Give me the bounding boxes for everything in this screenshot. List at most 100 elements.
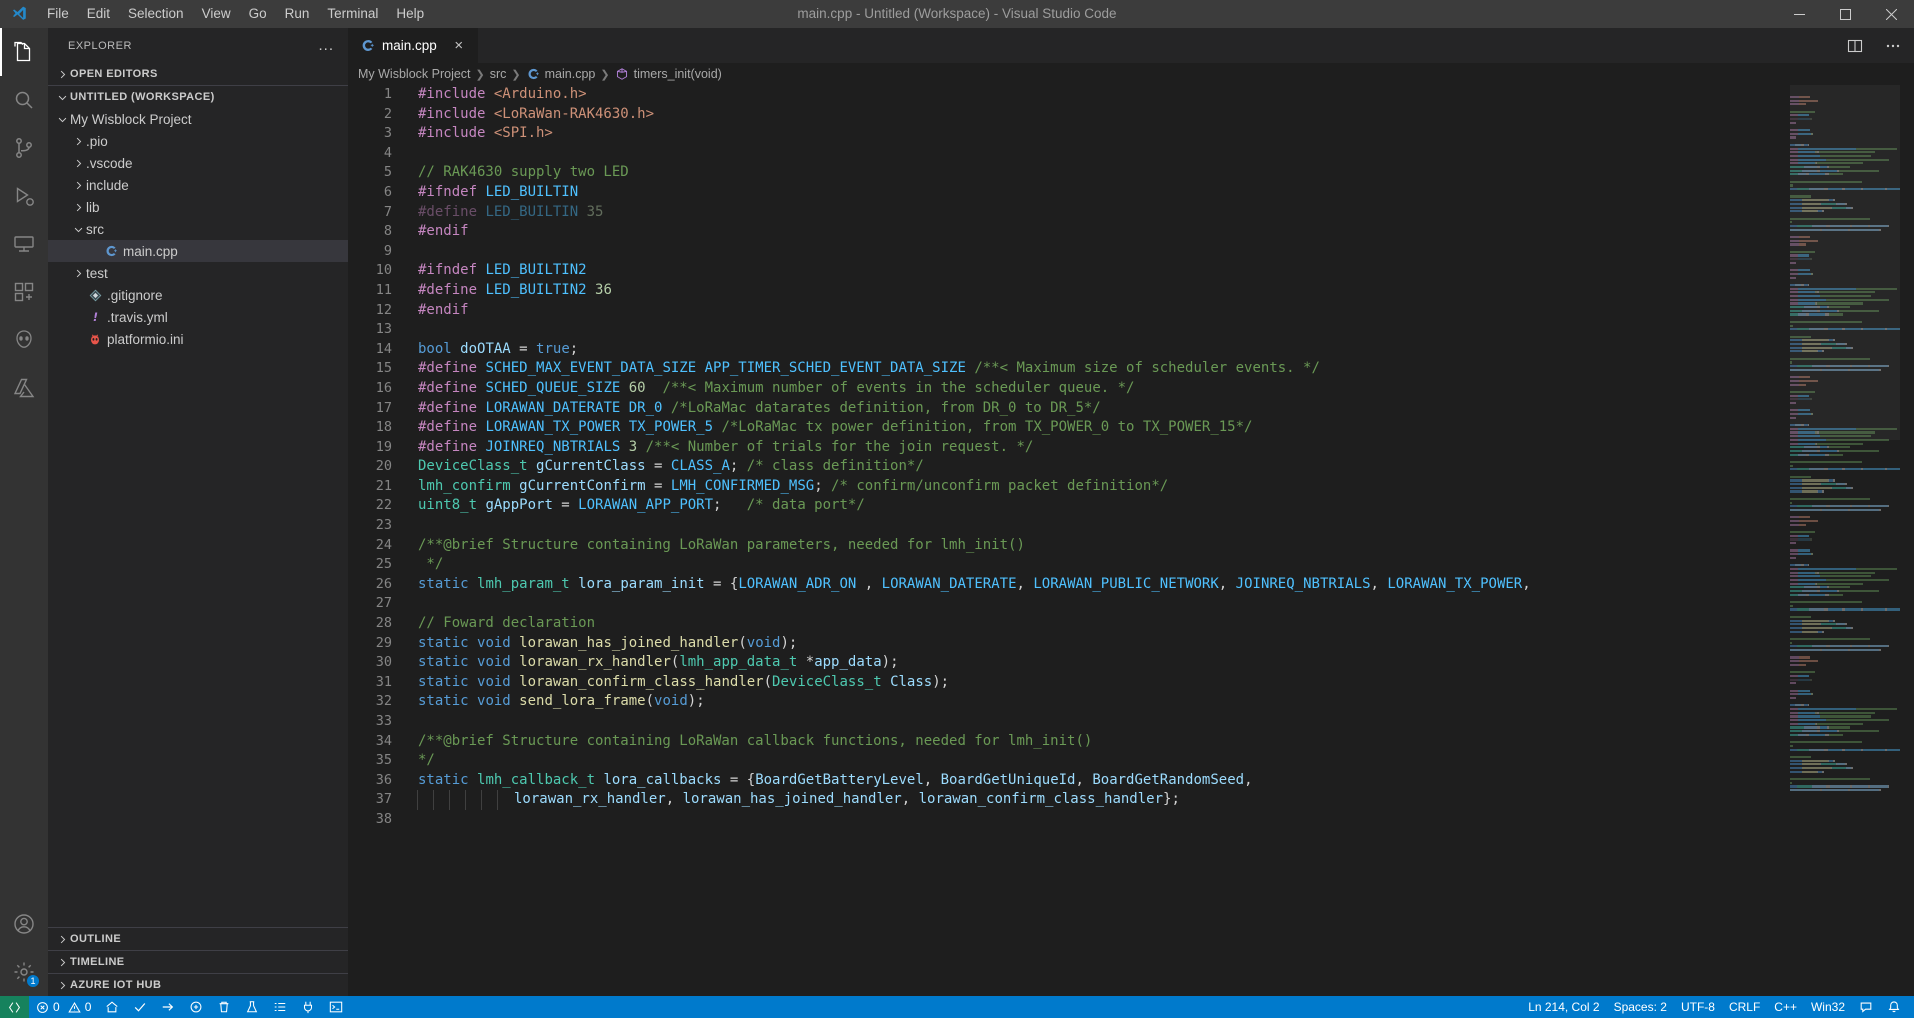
activity-item-manage[interactable]: 1 [0,948,48,996]
status-editor-language[interactable]: C++ [1767,996,1804,1018]
minimap-slider[interactable] [1790,85,1900,440]
menu-file[interactable]: File [38,0,78,28]
code-line[interactable]: static void lorawan_confirm_class_handle… [406,673,1914,693]
code-line[interactable]: lmh_confirm gCurrentConfirm = LMH_CONFIR… [406,477,1914,497]
code-line[interactable]: // Foward declaration [406,614,1914,634]
code-line[interactable]: #define SCHED_MAX_EVENT_DATA_SIZE APP_TI… [406,359,1914,379]
tree-item-main-cpp[interactable]: main.cpp [48,240,348,262]
status-feedback[interactable] [1852,996,1880,1018]
menu-edit[interactable]: Edit [78,0,119,28]
breadcrumb-item-project[interactable]: My Wisblock Project [358,67,471,81]
sidebar-section-azure-iot-hub[interactable]: AZURE IOT HUB [48,973,348,996]
code-line[interactable]: #define LORAWAN_DATERATE DR_0 /*LoRaMac … [406,399,1914,419]
status-pio-clean[interactable] [210,996,238,1018]
code-line[interactable]: #define LED_BUILTIN2 36 [406,281,1914,301]
menu-selection[interactable]: Selection [119,0,193,28]
activity-item-accounts[interactable] [0,900,48,948]
status-pio-serial-monitor[interactable] [294,996,322,1018]
menu-run[interactable]: Run [276,0,319,28]
tree-item--travis-yml[interactable]: ! .travis.yml [48,306,348,328]
status-editor-position[interactable]: Ln 214, Col 2 [1521,996,1606,1018]
maximize-button[interactable] [1822,0,1868,28]
status-pio-upload[interactable] [154,996,182,1018]
sidebar-section-workspace[interactable]: UNTITLED (WORKSPACE) [48,85,348,108]
window-controls[interactable] [1776,0,1914,28]
code-line[interactable]: static void lorawan_rx_handler(lmh_app_d… [406,653,1914,673]
breadcrumb[interactable]: My Wisblock Project ❯ src ❯ main.cpp ❯ t… [348,63,1914,85]
tree-item-my-wisblock-project[interactable]: My Wisblock Project [48,108,348,130]
code-line[interactable]: static lmh_param_t lora_param_init = {LO… [406,575,1914,595]
menu-help[interactable]: Help [387,0,433,28]
tree-item--pio[interactable]: .pio [48,130,348,152]
code-line[interactable]: #include <SPI.h> [406,124,1914,144]
close-button[interactable] [1868,0,1914,28]
tab-main-cpp[interactable]: main.cpp × [348,28,479,63]
code-line[interactable]: #define JOINREQ_NBTRIALS 3 /**< Number o… [406,438,1914,458]
editor-scrollbar[interactable] [1900,85,1914,996]
sidebar-more-actions-icon[interactable]: ... [312,37,340,54]
tab-close-icon[interactable]: × [450,37,468,54]
code-line[interactable] [406,144,1914,164]
activity-item-explorer[interactable] [0,28,48,76]
code-line[interactable]: #define LORAWAN_TX_POWER TX_POWER_5 /*Lo… [406,418,1914,438]
sidebar-section-timeline[interactable]: TIMELINE [48,950,348,973]
status-editor-indentation[interactable]: Spaces: 2 [1607,996,1674,1018]
status-pio-home[interactable] [98,996,126,1018]
tree-item-src[interactable]: src [48,218,348,240]
split-editor-icon[interactable] [1844,35,1866,57]
tree-item--gitignore[interactable]: .gitignore [48,284,348,306]
activity-item-platformio[interactable] [0,316,48,364]
code-line[interactable]: #define LED_BUILTIN 35 [406,203,1914,223]
code-line[interactable]: */ [406,555,1914,575]
code-editor[interactable]: 1 2 3 4 5 6 7 8 9 10 11 12 13 14 15 16 17 18 19 20 21 22 23 24 2… [348,85,1914,996]
menu-terminal[interactable]: Terminal [318,0,387,28]
minimize-button[interactable] [1776,0,1822,28]
file-tree[interactable]: My Wisblock Project .pio .vscode include lib… [48,108,348,927]
menu-bar[interactable]: File Edit Selection View Go Run Terminal… [38,0,433,28]
code-line[interactable]: uint8_t gAppPort = LORAWAN_APP_PORT; /* … [406,496,1914,516]
code-line[interactable]: /**@brief Structure containing LoRaWan p… [406,536,1914,556]
activity-item-azure[interactable] [0,364,48,412]
code-line[interactable]: #include <LoRaWan-RAK4630.h> [406,105,1914,125]
code-line[interactable] [406,242,1914,262]
menu-view[interactable]: View [193,0,240,28]
status-editor-encoding[interactable]: UTF-8 [1674,996,1722,1018]
tree-item-include[interactable]: include [48,174,348,196]
status-notifications[interactable] [1880,996,1908,1018]
code-line[interactable]: */ [406,751,1914,771]
breadcrumb-item-file[interactable]: main.cpp [526,67,595,82]
code-line[interactable]: static void lorawan_has_joined_handler(v… [406,634,1914,654]
code-line[interactable] [406,320,1914,340]
tree-item-test[interactable]: test [48,262,348,284]
breadcrumb-item-src[interactable]: src [490,67,507,81]
menu-go[interactable]: Go [240,0,276,28]
code-line[interactable] [406,594,1914,614]
sidebar-section-open-editors[interactable]: OPEN EDITORS [48,63,348,85]
status-pio-upload-monitor[interactable] [182,996,210,1018]
code-line[interactable]: #include <Arduino.h> [406,85,1914,105]
activity-item-remote-explorer[interactable] [0,220,48,268]
code-line[interactable]: #ifndef LED_BUILTIN [406,183,1914,203]
code-line[interactable]: static lmh_callback_t lora_callbacks = {… [406,771,1914,791]
code-line[interactable] [406,810,1914,830]
status-remote-indicator[interactable] [0,996,29,1018]
tree-item--vscode[interactable]: .vscode [48,152,348,174]
code-viewport[interactable]: 1 2 3 4 5 6 7 8 9 10 11 12 13 14 15 16 17 18 19 20 21 22 23 24 2… [348,85,1914,996]
sidebar-section-outline[interactable]: OUTLINE [48,927,348,950]
status-problems[interactable]: 0 0 [29,996,98,1018]
code-line[interactable] [406,516,1914,536]
ellipsis-icon[interactable] [1882,35,1904,57]
activity-item-run-and-debug[interactable] [0,172,48,220]
tree-item-lib[interactable]: lib [48,196,348,218]
code-line[interactable]: static void send_lora_frame(void); [406,692,1914,712]
activity-item-source-control[interactable] [0,124,48,172]
status-editor-eol[interactable]: CRLF [1722,996,1767,1018]
code-line[interactable]: /**@brief Structure containing LoRaWan c… [406,732,1914,752]
code-line[interactable]: #ifndef LED_BUILTIN2 [406,261,1914,281]
status-editor-platform[interactable]: Win32 [1804,996,1852,1018]
code-line[interactable]: // RAK4630 supply two LED [406,163,1914,183]
code-line[interactable]: bool doOTAA = true; [406,340,1914,360]
tree-item-platformio-ini[interactable]: platformio.ini [48,328,348,350]
status-pio-terminal[interactable] [322,996,350,1018]
code-line[interactable]: #endif [406,301,1914,321]
